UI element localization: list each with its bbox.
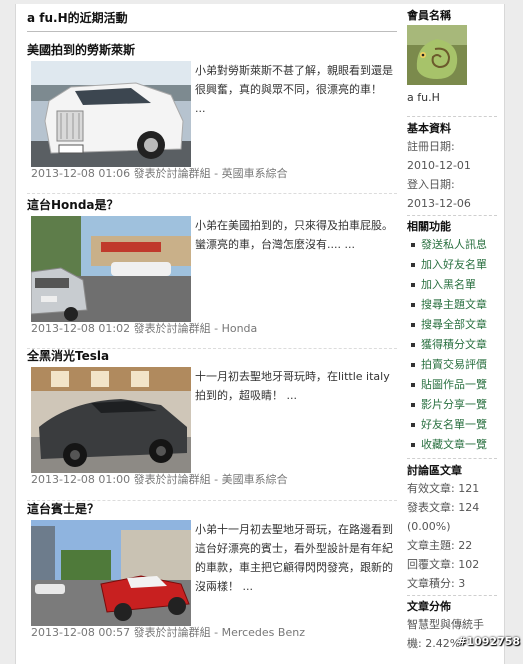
post-excerpt: 小弟對勞斯萊斯不甚了解，親眼看到還是很興奮，真的與眾不同，很漂亮的車！ ... bbox=[195, 64, 393, 115]
function-points-posts[interactable]: 獲得積分文章 bbox=[411, 335, 499, 355]
distribution-item: 智慧型與傳統手 bbox=[407, 618, 484, 631]
post-meta: 2013-12-08 00:57 發表於討論群組 - Mercedes Benz bbox=[31, 626, 305, 639]
post-thumbnail-mercedes[interactable] bbox=[31, 520, 191, 626]
bullet-icon bbox=[411, 363, 415, 367]
bullet-icon bbox=[411, 343, 415, 347]
post-thumbnail-rolls-royce[interactable] bbox=[31, 61, 191, 167]
functions-heading: 相關功能 bbox=[407, 220, 451, 233]
activity-post: 這台賓士是？ 小弟十一月初去聖地牙哥玩，在路邊看到這台好漂亮的賓士，看外型設計是… bbox=[27, 501, 397, 639]
post-meta: 2013-12-08 01:06 發表於討論群組 - 英國車系綜合 bbox=[31, 167, 288, 180]
post-title-link[interactable]: 全黑消光Tesla bbox=[27, 348, 397, 364]
post-title-link[interactable]: 這台Honda是？ bbox=[27, 197, 397, 213]
divider bbox=[407, 595, 497, 596]
stat-replies: 回覆文章: 102 bbox=[407, 558, 480, 571]
forum-posts-heading: 討論區文章 bbox=[407, 464, 462, 477]
stat-topics: 文章主題: 22 bbox=[407, 539, 473, 552]
bullet-icon bbox=[411, 303, 415, 307]
post-meta: 2013-12-08 01:02 發表於討論群組 - Honda bbox=[31, 322, 258, 335]
recent-activity-panel: a fu.H的近期活動 美國拍到的勞斯萊斯 小弟對勞斯萊斯不甚了解，親眼看到還是… bbox=[27, 8, 397, 639]
divider bbox=[407, 458, 497, 459]
register-date-label: 註冊日期: bbox=[407, 140, 455, 153]
post-excerpt: 小弟十一月初去聖地牙哥玩，在路邊看到這台好漂亮的賓士，看外型設計是有年紀的車款，… bbox=[195, 523, 393, 593]
post-excerpt: 十一月初去聖地牙哥玩時，在little italy拍到的，超吸睛！ ... bbox=[195, 370, 390, 402]
function-add-friend[interactable]: 加入好友名單 bbox=[411, 255, 499, 275]
activity-post: 這台Honda是？ 小弟在美國拍到的，只來得及拍車屁股。 蠻漂亮的車，台灣怎麼沒… bbox=[27, 197, 397, 335]
function-auction-rating[interactable]: 拍賣交易評價 bbox=[411, 355, 499, 375]
stat-points: 文章積分: 3 bbox=[407, 577, 466, 590]
bullet-icon bbox=[411, 263, 415, 267]
basic-info-heading: 基本資料 bbox=[407, 122, 451, 135]
bullet-icon bbox=[411, 383, 415, 387]
post-title-link[interactable]: 這台賓士是？ bbox=[27, 501, 397, 517]
divider bbox=[407, 116, 497, 117]
divider bbox=[27, 193, 397, 194]
bullet-icon bbox=[411, 243, 415, 247]
stat-total-posts: 發表文章: 124 bbox=[407, 501, 480, 514]
function-photo-works[interactable]: 貼圖作品一覽 bbox=[411, 375, 499, 395]
member-name-heading: 會員名稱 bbox=[407, 9, 451, 22]
activity-post: 美國拍到的勞斯萊斯 小弟對勞斯萊斯不甚了解，親眼看到還是很興奮，真的與眾不同，很… bbox=[27, 42, 397, 180]
bullet-icon bbox=[411, 403, 415, 407]
divider bbox=[407, 215, 497, 216]
login-date: 2013-12-06 bbox=[407, 197, 471, 210]
post-thumbnail-tesla[interactable] bbox=[31, 367, 191, 473]
post-title-link[interactable]: 美國拍到的勞斯萊斯 bbox=[27, 42, 397, 58]
functions-list: 發送私人訊息 加入好友名單 加入黑名單 搜尋主題文章 搜尋全部文章 獲得積分文章… bbox=[407, 235, 499, 455]
stat-percentage: (0.00%) bbox=[407, 520, 451, 533]
member-name: a fu.H bbox=[407, 91, 440, 104]
function-send-message[interactable]: 發送私人訊息 bbox=[411, 235, 499, 255]
member-sidebar: 會員名稱 a fu.H 基本資料 註冊日期: 2010-12-01 登入日期: … bbox=[407, 8, 499, 653]
panel-title: a fu.H的近期活動 bbox=[27, 8, 397, 32]
distribution-heading: 文章分佈 bbox=[407, 600, 451, 613]
register-date: 2010-12-01 bbox=[407, 159, 471, 172]
function-video-shares[interactable]: 影片分享一覽 bbox=[411, 395, 499, 415]
bullet-icon bbox=[411, 423, 415, 427]
login-date-label: 登入日期: bbox=[407, 178, 455, 191]
post-meta: 2013-12-08 01:00 發表於討論群組 - 美國車系綜合 bbox=[31, 473, 288, 486]
activity-post: 全黑消光Tesla 十一月初去聖地牙哥玩時，在little italy拍到的，超… bbox=[27, 348, 397, 486]
watermark: #1092758 bbox=[457, 635, 520, 648]
post-thumbnail-honda[interactable] bbox=[31, 216, 191, 322]
bullet-icon bbox=[411, 443, 415, 447]
avatar[interactable] bbox=[407, 25, 467, 85]
stat-valid-posts: 有效文章: 121 bbox=[407, 482, 480, 495]
function-friend-list[interactable]: 好友名單一覽 bbox=[411, 415, 499, 435]
function-search-topics[interactable]: 搜尋主題文章 bbox=[411, 295, 499, 315]
bullet-icon bbox=[411, 283, 415, 287]
bullet-icon bbox=[411, 323, 415, 327]
function-add-blacklist[interactable]: 加入黑名單 bbox=[411, 275, 499, 295]
function-search-all[interactable]: 搜尋全部文章 bbox=[411, 315, 499, 335]
post-excerpt: 小弟在美國拍到的，只來得及拍車屁股。 蠻漂亮的車，台灣怎麼沒有.... ... bbox=[195, 219, 393, 251]
function-favorites[interactable]: 收藏文章一覽 bbox=[411, 435, 499, 455]
